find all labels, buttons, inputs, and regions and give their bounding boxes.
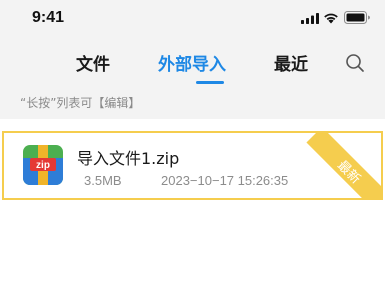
newest-badge-label: 最新: [334, 158, 364, 188]
tab-bar: 文件 外部导入 最近: [0, 40, 385, 86]
cellular-signal-icon: [301, 13, 319, 24]
wifi-icon: [324, 13, 338, 24]
file-date: 2023−10−17 15:26:35: [161, 173, 289, 188]
zip-archive-icon: zip: [23, 145, 63, 185]
newest-badge: 最新: [306, 133, 381, 198]
tab-external-import[interactable]: 外部导入: [158, 50, 226, 75]
zip-icon-label: zip: [36, 160, 50, 171]
tab-files[interactable]: 文件: [76, 50, 110, 75]
file-list: zip 导入文件1.zip 3.5MB 2023−10−17 15:26:35 …: [0, 119, 385, 292]
tab-recent[interactable]: 最近: [274, 50, 308, 75]
long-press-edit-hint: “长按”列表可【编辑】: [20, 96, 141, 110]
active-tab-indicator: [196, 81, 224, 84]
file-list-item[interactable]: zip 导入文件1.zip 3.5MB 2023−10−17 15:26:35 …: [2, 131, 383, 200]
status-time: 9:41: [32, 9, 65, 26]
search-icon[interactable]: [345, 53, 365, 73]
status-bar: 9:41: [0, 0, 385, 36]
file-size: 3.5MB: [84, 173, 122, 188]
battery-icon: [344, 11, 370, 24]
file-name: 导入文件1.zip: [77, 149, 180, 168]
